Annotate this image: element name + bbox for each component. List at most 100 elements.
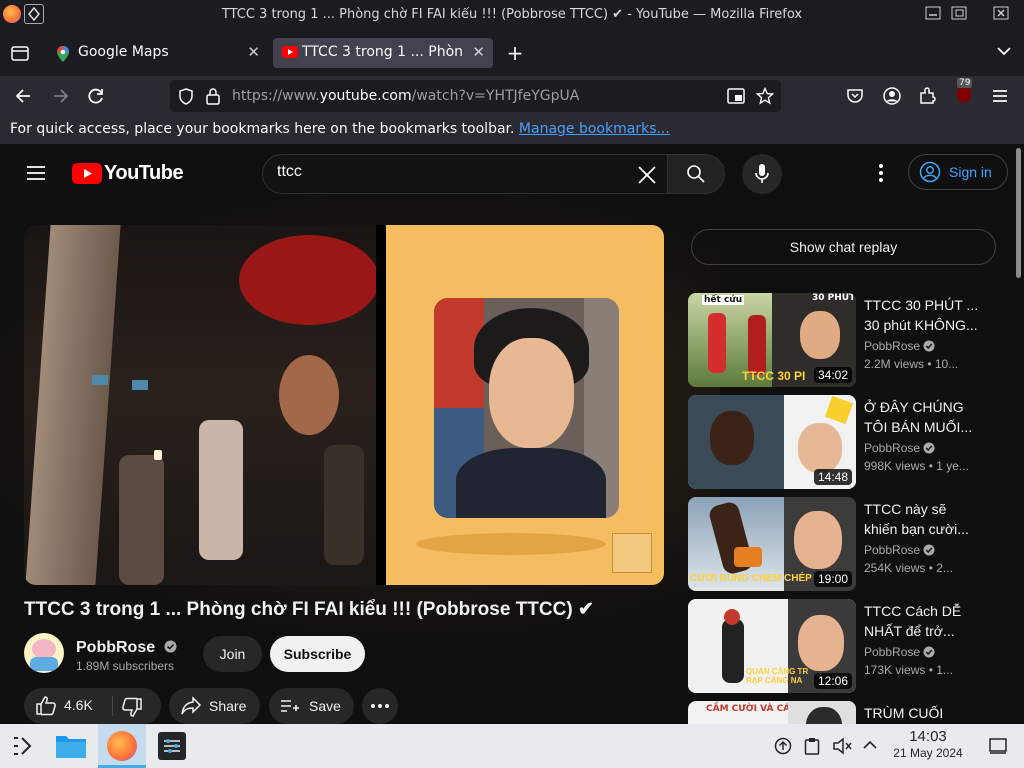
recommendation-item[interactable]: 14:48 Ở ĐÂY CHÚNG TÔI BÁN MUỐI... PobbRo… (688, 395, 1008, 489)
system-clock[interactable]: 14:03 21 May 2024 (886, 728, 970, 761)
save-button[interactable]: Save (269, 688, 354, 724)
maximize-button[interactable] (948, 4, 970, 22)
channel-name-row[interactable]: PobbRose (76, 637, 177, 657)
verified-check-icon (923, 340, 935, 352)
recommendation-meta: 2.2M views • 10... (864, 357, 959, 371)
recommendation-channel[interactable]: PobbRose (864, 441, 935, 455)
back-button[interactable] (14, 86, 34, 106)
recommendation-item[interactable]: QUAN CĂNG TR RẠP CĂNG NA 12:06 TTCC Cách… (688, 599, 1008, 693)
extensions-puzzle-icon[interactable] (918, 86, 938, 106)
share-arrow-icon (181, 696, 202, 715)
settings-kebab-icon[interactable] (872, 162, 890, 184)
tab-bar: Google Maps ✕ TTCC 3 trong 1 ... Phòng ✕… (0, 30, 1024, 76)
subscriber-count: 1.89M subscribers (76, 659, 175, 673)
recommendation-title[interactable]: TTCC 30 PHÚT ... 30 phút KHÔNG... (864, 295, 982, 335)
recommendation-channel[interactable]: PobbRose (864, 339, 935, 353)
close-tab-icon[interactable]: ✕ (472, 43, 485, 61)
search-button[interactable] (667, 154, 725, 194)
search-icon (687, 165, 705, 183)
voice-search-button[interactable] (742, 154, 782, 194)
app-menu-hamburger-icon[interactable] (990, 86, 1010, 106)
recommendation-title[interactable]: Ở ĐÂY CHÚNG TÔI BÁN MUỐI... (864, 397, 982, 437)
account-icon[interactable] (882, 86, 902, 106)
pocket-icon[interactable] (846, 87, 864, 105)
tracking-protection-shield-icon[interactable] (178, 88, 194, 105)
bookmarks-toolbar: For quick access, place your bookmarks h… (0, 116, 1024, 144)
search-box[interactable] (262, 154, 668, 194)
extension-badge: 79 (957, 78, 973, 88)
system-settings-taskbar-icon[interactable] (152, 728, 194, 764)
page-scrollbar[interactable] (1014, 144, 1024, 724)
picture-in-picture-icon[interactable] (727, 88, 745, 104)
system-taskbar: 14:03 21 May 2024 (0, 724, 1024, 768)
file-manager-icon[interactable] (50, 728, 92, 764)
recommendation-channel[interactable]: PobbRose (864, 543, 935, 557)
dislike-button[interactable] (113, 688, 161, 724)
tab-overflow-chevron-icon[interactable] (996, 45, 1012, 57)
manage-bookmarks-link[interactable]: Manage bookmarks... (519, 121, 670, 137)
show-chat-replay-button[interactable]: Show chat replay (691, 229, 996, 265)
channel-avatar[interactable] (24, 633, 64, 673)
video-title: TTCC 3 trong 1 ... Phòng chờ FI FAI kiểu… (24, 599, 594, 620)
youtube-favicon-icon (282, 46, 298, 58)
recommendation-title[interactable]: TTCC Cách DỄ NHẤT để trở... (864, 601, 982, 641)
like-count: 4.6K (64, 697, 93, 713)
close-tab-icon[interactable]: ✕ (247, 43, 260, 61)
video-player[interactable] (24, 225, 664, 585)
tab-google-maps[interactable]: Google Maps ✕ (46, 38, 268, 68)
sign-in-button[interactable]: Sign in (908, 154, 1008, 190)
clipboard-tray-icon[interactable] (804, 737, 820, 755)
tray-expand-chevron-icon[interactable] (862, 739, 878, 751)
recommendation-item[interactable]: CẦM CƯỜI VÀ CÁI KẾT TRÙM CUỐI (688, 701, 1008, 724)
recommendation-title[interactable]: TTCC này sẽ khiến bạn cười... (864, 499, 982, 539)
verified-check-icon (923, 442, 935, 454)
clock-time: 14:03 (909, 728, 947, 745)
scrollbar-thumb[interactable] (1016, 148, 1021, 278)
thumbs-down-icon (122, 697, 142, 717)
maps-pin-icon (56, 45, 70, 63)
thumbs-up-icon (36, 696, 56, 716)
join-button[interactable]: Join (203, 636, 262, 672)
close-window-button[interactable] (990, 4, 1012, 22)
bookmark-star-icon[interactable] (756, 87, 774, 105)
tab-youtube-video[interactable]: TTCC 3 trong 1 ... Phòng ✕ (273, 38, 493, 68)
recommendation-title[interactable]: TRÙM CUỐI (864, 703, 982, 723)
new-tab-button[interactable]: + (504, 42, 526, 64)
lock-icon[interactable] (206, 87, 220, 105)
forward-button[interactable] (50, 86, 70, 106)
application-launcher-icon[interactable] (10, 734, 34, 758)
volume-muted-tray-icon[interactable] (832, 737, 852, 755)
minimize-button[interactable] (922, 4, 944, 22)
clear-search-icon[interactable] (637, 165, 657, 185)
updates-tray-icon[interactable] (774, 737, 792, 755)
clock-date: 21 May 2024 (893, 746, 963, 760)
subscribe-button[interactable]: Subscribe (270, 636, 365, 672)
duration-badge: 34:02 (813, 367, 852, 383)
tab-label: TTCC 3 trong 1 ... Phòng (302, 44, 462, 60)
navigation-toolbar: https://www.youtube.com/watch?v=YHTJfeYG… (0, 76, 1024, 116)
show-desktop-icon[interactable] (988, 737, 1008, 755)
video-thumbnail[interactable]: QUAN CĂNG TR RẠP CĂNG NA 12:06 (688, 599, 856, 693)
reload-button[interactable] (86, 86, 106, 106)
list-all-tabs-icon[interactable] (10, 43, 30, 63)
recommendation-item[interactable]: hết cứu 30 PHÚT TTCC 30 PI 34:02 TTCC 30… (688, 293, 1008, 387)
more-horizontal-icon (371, 704, 389, 708)
search-input[interactable] (277, 163, 617, 181)
firefox-taskbar-icon[interactable] (98, 724, 146, 768)
like-button[interactable]: 4.6K (24, 688, 112, 724)
video-thumbnail[interactable]: hết cứu 30 PHÚT TTCC 30 PI 34:02 (688, 293, 856, 387)
more-actions-button[interactable] (362, 688, 398, 724)
video-thumbnail[interactable]: CẦM CƯỜI VÀ CÁI KẾT (688, 701, 856, 724)
recommendation-channel[interactable]: PobbRose (864, 645, 935, 659)
recommendation-item[interactable]: CƯỜI RUNG CHEM CHÉP 19:00 TTCC này sẽ kh… (688, 497, 1008, 591)
video-thumbnail[interactable]: 14:48 (688, 395, 856, 489)
guide-menu-icon[interactable] (25, 162, 47, 184)
address-bar[interactable]: https://www.youtube.com/watch?v=YHTJfeYG… (170, 80, 781, 112)
share-button[interactable]: Share (169, 688, 260, 724)
bookmarks-hint-text: For quick access, place your bookmarks h… (10, 121, 515, 137)
duration-badge: 19:00 (813, 571, 852, 587)
ublock-extension-icon[interactable]: 79 (955, 78, 973, 105)
video-thumbnail[interactable]: CƯỜI RUNG CHEM CHÉP 19:00 (688, 497, 856, 591)
like-dislike-group: 4.6K (24, 688, 161, 724)
youtube-logo-text: YouTube (104, 162, 184, 184)
